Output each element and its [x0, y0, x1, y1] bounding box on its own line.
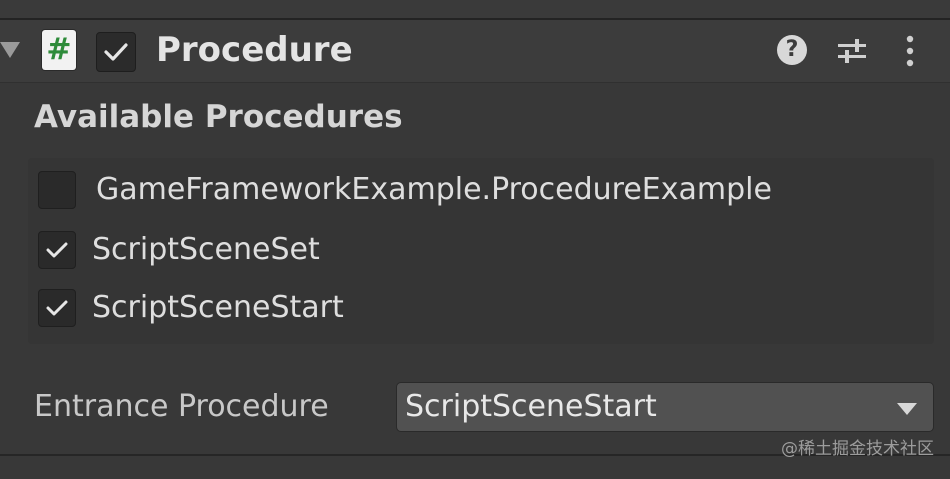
- procedure-checkbox[interactable]: [38, 289, 76, 327]
- dropdown-selected-value: ScriptSceneStart: [405, 389, 657, 424]
- list-item-label: GameFrameworkExample.ProcedureExample: [96, 172, 772, 207]
- component-title: Procedure: [156, 30, 353, 70]
- checkmark-icon: [97, 33, 135, 71]
- procedure-checkbox[interactable]: [38, 231, 76, 269]
- entrance-procedure-label: Entrance Procedure: [34, 389, 329, 424]
- watermark: @稀土掘金技术社区: [781, 439, 934, 459]
- chevron-down-icon: [897, 403, 917, 415]
- list-item-script-scene-set[interactable]: ScriptSceneSet: [38, 228, 918, 272]
- list-item-label: ScriptSceneSet: [92, 232, 320, 267]
- checkmark-icon: [39, 290, 75, 326]
- component-enabled-checkbox[interactable]: [96, 32, 136, 72]
- foldout-arrow-icon[interactable]: [0, 42, 20, 58]
- inspector-panel: Procedure ? Available Procedures GameFra…: [0, 0, 950, 479]
- available-procedures-label: Available Procedures: [34, 99, 403, 135]
- previous-component-edge: [0, 0, 950, 20]
- entrance-procedure-dropdown[interactable]: ScriptSceneStart: [396, 382, 934, 432]
- presets-sliders-icon[interactable]: [836, 36, 868, 66]
- list-item-label: ScriptSceneStart: [92, 290, 344, 325]
- kebab-menu-icon[interactable]: [900, 34, 920, 68]
- help-icon[interactable]: ?: [777, 35, 807, 65]
- checkmark-icon: [39, 232, 75, 268]
- component-header[interactable]: [0, 20, 950, 83]
- list-item-procedure-example[interactable]: GameFrameworkExample.ProcedureExample: [38, 168, 918, 212]
- script-file-icon: [42, 30, 76, 70]
- list-item-script-scene-start[interactable]: ScriptSceneStart: [38, 286, 918, 330]
- procedure-checkbox[interactable]: [38, 171, 76, 209]
